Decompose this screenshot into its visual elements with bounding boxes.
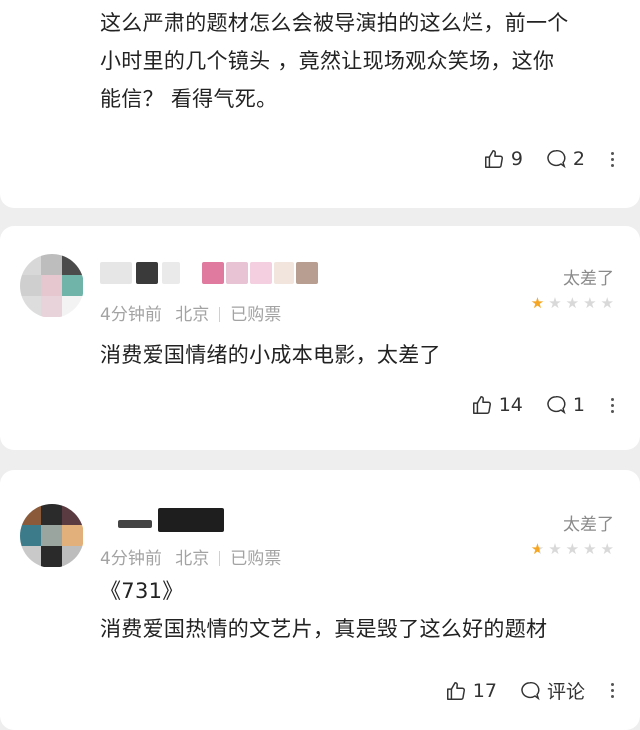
comment-text: 《731》 消费爱国热情的文艺片，真是毁了这么好的题材 — [100, 572, 616, 648]
comment-card: 太差了 ★★★★★ 4分钟前 北京 已购票 消费爱国情绪的小成本电影，太差了 14… — [0, 226, 640, 450]
thumbs-up-icon — [446, 681, 465, 700]
comment-text-line: 能信？ 看得气死。 — [100, 87, 278, 111]
avatar[interactable] — [20, 504, 84, 568]
rating-label: 太差了 — [563, 515, 614, 535]
like-button[interactable]: 14 — [471, 394, 523, 416]
comment-card: 这么严肃的题材怎么会被导演拍的这么烂，前一个 小时里的几个镜头 ，竟然让现场观众… — [0, 0, 640, 208]
comment-actions: 14 1 — [449, 394, 614, 416]
comment-actions: 17 评论 — [423, 677, 614, 704]
more-vertical-icon[interactable] — [611, 151, 614, 167]
like-count: 9 — [510, 148, 523, 170]
like-button[interactable]: 17 — [445, 680, 497, 702]
comment-text-line: 这么严肃的题材怎么会被导演拍的这么烂，前一个 — [100, 11, 569, 35]
timestamp: 4分钟前 — [100, 549, 162, 569]
star-rating: ★★★★★ — [530, 540, 618, 558]
comment-text: 这么严肃的题材怎么会被导演拍的这么烂，前一个 小时里的几个镜头 ，竟然让现场观众… — [100, 4, 616, 118]
reply-button[interactable]: 2 — [545, 148, 585, 170]
more-vertical-icon[interactable] — [611, 397, 614, 413]
comment-actions: 9 2 — [461, 148, 614, 170]
reply-button[interactable]: 评论 — [519, 677, 585, 704]
reply-button[interactable]: 1 — [545, 394, 585, 416]
purchase-badge: 已购票 — [230, 549, 282, 569]
comment-text-line: 消费爱国情绪的小成本电影，太差了 — [100, 343, 441, 367]
comment-bubble-icon — [521, 681, 540, 700]
comment-bubble-icon — [547, 150, 566, 169]
rating-label: 太差了 — [563, 269, 614, 289]
more-vertical-icon[interactable] — [611, 683, 614, 698]
comment-meta: 4分钟前 北京 已购票 — [100, 544, 281, 569]
like-count: 17 — [472, 679, 497, 702]
reply-label: 评论 — [546, 681, 585, 703]
comment-bubble-icon — [547, 396, 566, 415]
location: 北京 — [175, 305, 210, 325]
thumbs-up-icon — [472, 396, 491, 414]
purchase-badge: 已购票 — [230, 305, 282, 325]
comment-text-line: 消费爱国热情的文艺片，真是毁了这么好的题材 — [100, 617, 548, 641]
comment-text-line: 《731》 — [100, 579, 184, 603]
comment-text-line: 小时里的几个镜头 ，竟然让现场观众笑场，这你 — [100, 49, 555, 73]
thumbs-up-icon — [484, 150, 503, 168]
star-rating: ★★★★★ — [530, 294, 618, 312]
comment-text: 消费爱国情绪的小成本电影，太差了 — [100, 336, 616, 374]
location: 北京 — [175, 549, 210, 569]
reply-count: 2 — [572, 148, 585, 170]
reply-count: 1 — [572, 394, 585, 416]
avatar[interactable] — [20, 254, 84, 318]
like-button[interactable]: 9 — [483, 148, 523, 170]
comment-meta: 4分钟前 北京 已购票 — [100, 300, 281, 325]
timestamp: 4分钟前 — [100, 305, 162, 325]
like-count: 14 — [498, 394, 523, 416]
comment-card: 太差了 ★★★★★ 4分钟前 北京 已购票 《731》 消费爱国热情的文艺片，真是… — [0, 470, 640, 730]
